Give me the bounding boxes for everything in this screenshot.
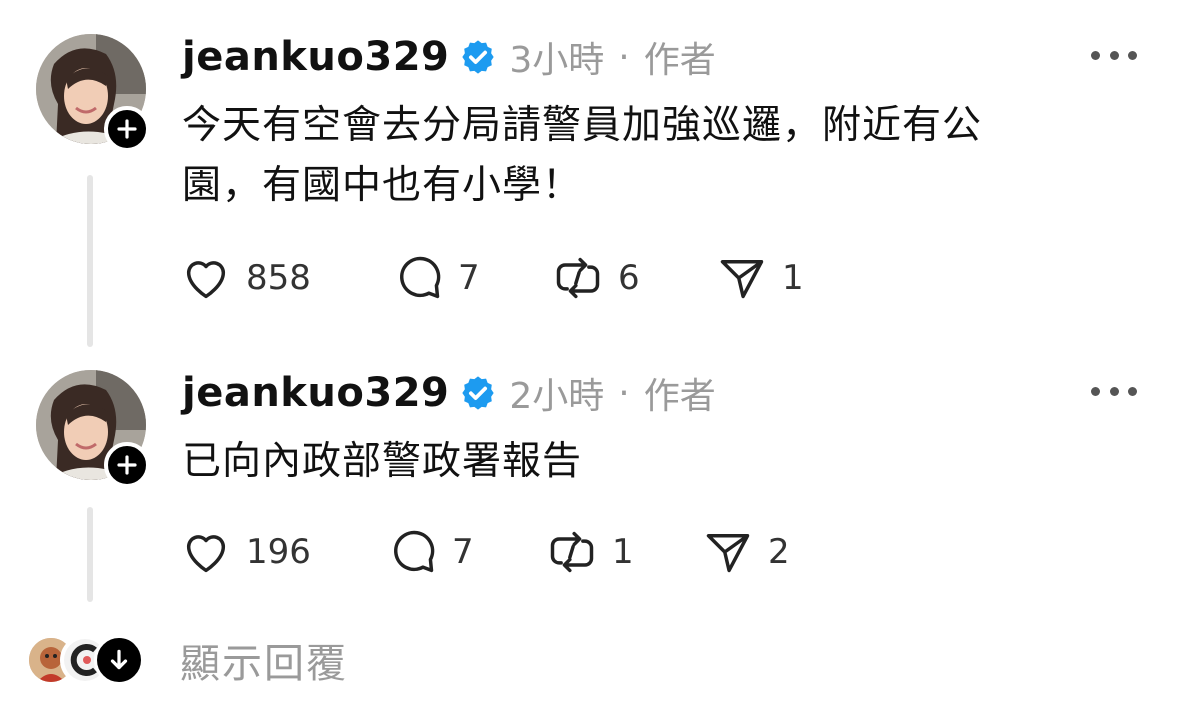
like-button[interactable]: 858	[180, 248, 311, 308]
post-time: 2小時	[509, 376, 605, 417]
show-replies-label[interactable]: 顯示回覆	[180, 631, 348, 689]
more-dot	[1109, 386, 1119, 396]
username-link[interactable]: jeankuo329	[182, 370, 449, 416]
username-link[interactable]: jeankuo329	[182, 34, 449, 80]
verified-badge-icon	[462, 376, 495, 410]
repost-count: 1	[612, 532, 634, 572]
more-options-button[interactable]	[1091, 381, 1137, 401]
meta-separator: ·	[618, 36, 630, 78]
comment-button[interactable]: 7	[386, 522, 474, 582]
post-actions: 196 7 1 2	[180, 522, 880, 582]
repost-icon	[556, 257, 600, 299]
arrow-down-icon	[110, 649, 128, 670]
repost-button[interactable]: 1	[546, 522, 634, 582]
comment-count: 7	[458, 258, 480, 298]
share-count: 1	[782, 258, 804, 298]
post-actions: 858 7 6 1	[180, 248, 880, 308]
post-time: 3小時	[509, 40, 605, 81]
author-label: 作者	[643, 40, 716, 81]
post-text-line: 園，有國中也有小學！	[182, 163, 583, 208]
comment-button[interactable]: 7	[392, 248, 480, 308]
more-dot	[1128, 386, 1137, 396]
thread-connector-line	[87, 175, 93, 347]
repost-icon	[550, 531, 594, 573]
post-header: jeankuo329 3小時 · 作者	[182, 32, 716, 82]
paper-plane-icon	[720, 260, 764, 299]
like-count: 858	[246, 258, 311, 298]
share-count: 2	[768, 532, 790, 572]
more-dot	[1091, 386, 1100, 396]
post-text: 今天有空會去分局請警員加強巡邏，附近有公 園，有國中也有小學！	[182, 96, 1122, 216]
meta-separator: ·	[618, 372, 630, 414]
like-count: 196	[246, 532, 311, 572]
more-dot	[1109, 50, 1119, 60]
post-text: 已向內政部警政署報告	[182, 432, 1122, 492]
paper-plane-icon	[706, 534, 750, 573]
heart-icon	[186, 535, 226, 573]
comment-count: 7	[452, 532, 474, 572]
comment-bubble-icon	[400, 256, 441, 299]
heart-icon	[186, 261, 226, 299]
plus-icon	[117, 119, 137, 139]
share-button[interactable]: 1	[716, 248, 804, 308]
more-dot	[1128, 50, 1137, 60]
comment-bubble-icon	[394, 530, 435, 573]
author-label: 作者	[643, 376, 716, 417]
verified-badge-icon	[462, 40, 495, 74]
repost-button[interactable]: 6	[552, 248, 640, 308]
like-button[interactable]: 196	[180, 522, 311, 582]
post-text-line: 已向內政部警政署報告	[182, 439, 583, 484]
post-header: jeankuo329 2小時 · 作者	[182, 368, 716, 418]
more-options-button[interactable]	[1091, 45, 1137, 65]
follow-button[interactable]	[104, 442, 150, 488]
expand-replies-button[interactable]	[94, 635, 144, 685]
follow-button[interactable]	[104, 106, 150, 152]
share-button[interactable]: 2	[702, 522, 790, 582]
plus-icon	[117, 455, 137, 475]
show-replies-row[interactable]: 顯示回覆	[26, 632, 348, 688]
post-text-line: 今天有空會去分局請警員加強巡邏，附近有公	[182, 103, 983, 148]
thread-connector-line	[87, 507, 93, 602]
repost-count: 6	[618, 258, 640, 298]
more-dot	[1091, 50, 1100, 60]
